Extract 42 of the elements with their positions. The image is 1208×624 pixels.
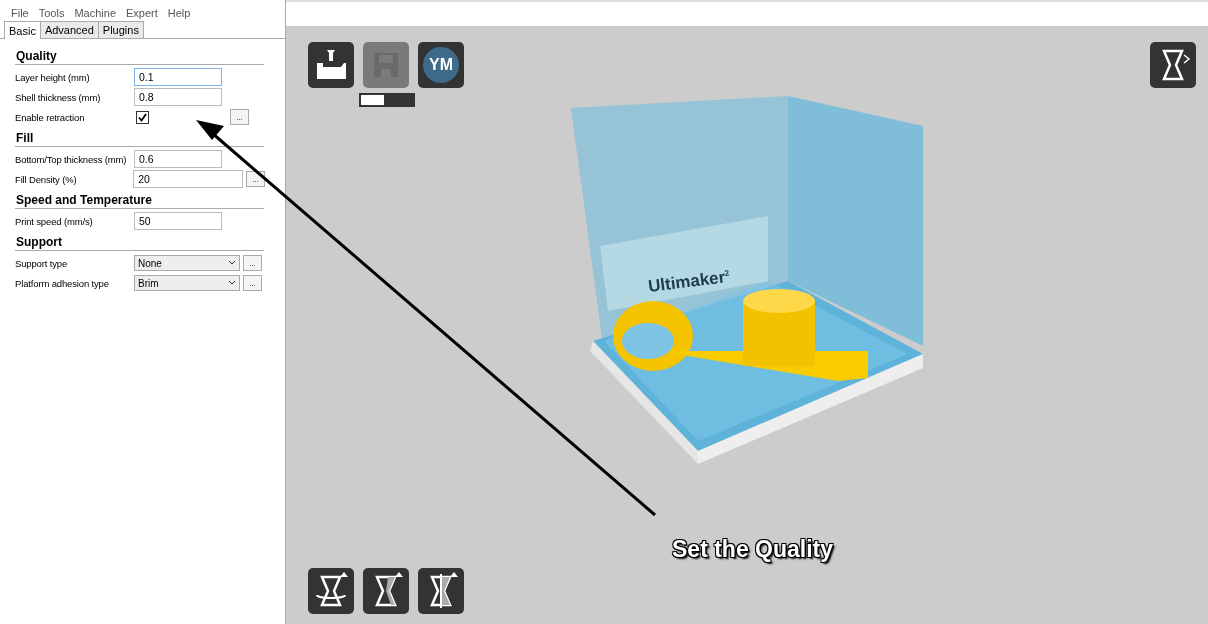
menu-item[interactable]: Help xyxy=(162,7,196,19)
dropdown[interactable]: Brim xyxy=(134,275,240,291)
progress-bar xyxy=(359,93,415,107)
caret-icon xyxy=(228,280,236,286)
input-field[interactable]: 20 xyxy=(133,170,244,188)
annotation-text: Set the Quality xyxy=(672,536,834,563)
more-button[interactable]: ... xyxy=(243,255,262,271)
section-title: Speed and Temperature xyxy=(15,189,264,209)
backplate-label: Ultimaker$^{2}$ xyxy=(647,267,731,297)
scale-button[interactable] xyxy=(363,568,409,614)
menu-item[interactable]: Machine xyxy=(69,7,121,19)
tab[interactable]: Plugins xyxy=(97,21,144,38)
menu-item[interactable]: Expert xyxy=(121,7,163,19)
more-button[interactable]: ... xyxy=(230,109,249,125)
mirror-button[interactable] xyxy=(418,568,464,614)
input-field[interactable]: 0.8 xyxy=(134,88,222,106)
input-field[interactable]: 0.1 xyxy=(134,68,222,86)
more-button[interactable]: ... xyxy=(243,275,262,291)
setting-label: Bottom/Top thickness (mm) xyxy=(15,153,128,165)
tab[interactable]: Basic xyxy=(4,21,41,39)
dropdown[interactable]: None xyxy=(134,255,240,271)
youmagine-button[interactable]: YM xyxy=(418,42,464,88)
load-button[interactable] xyxy=(308,42,354,88)
setting-label: Support type xyxy=(15,257,69,269)
checkbox[interactable] xyxy=(136,110,149,124)
setting-label: Fill Density (%) xyxy=(15,173,78,185)
tab[interactable]: Advanced xyxy=(39,21,99,38)
caret-icon xyxy=(228,260,236,266)
section-title: Support xyxy=(15,231,264,251)
menu-item[interactable]: File xyxy=(6,7,34,19)
setting-label: Layer height (mm) xyxy=(15,71,91,83)
rotate-button[interactable] xyxy=(308,568,354,614)
input-field[interactable]: 50 xyxy=(134,212,222,230)
setting-label: Enable retraction xyxy=(15,111,86,123)
setting-label: Print speed (mm/s) xyxy=(15,215,94,227)
setting-label: Shell thickness (mm) xyxy=(15,91,102,103)
input-field[interactable]: 0.6 xyxy=(134,150,222,168)
section-title: Quality xyxy=(15,45,264,65)
folder-icon xyxy=(314,48,348,82)
menu-item[interactable]: Tools xyxy=(33,7,70,19)
setting-label: Platform adhesion type xyxy=(15,277,110,289)
view-mode-button[interactable] xyxy=(1150,42,1196,88)
